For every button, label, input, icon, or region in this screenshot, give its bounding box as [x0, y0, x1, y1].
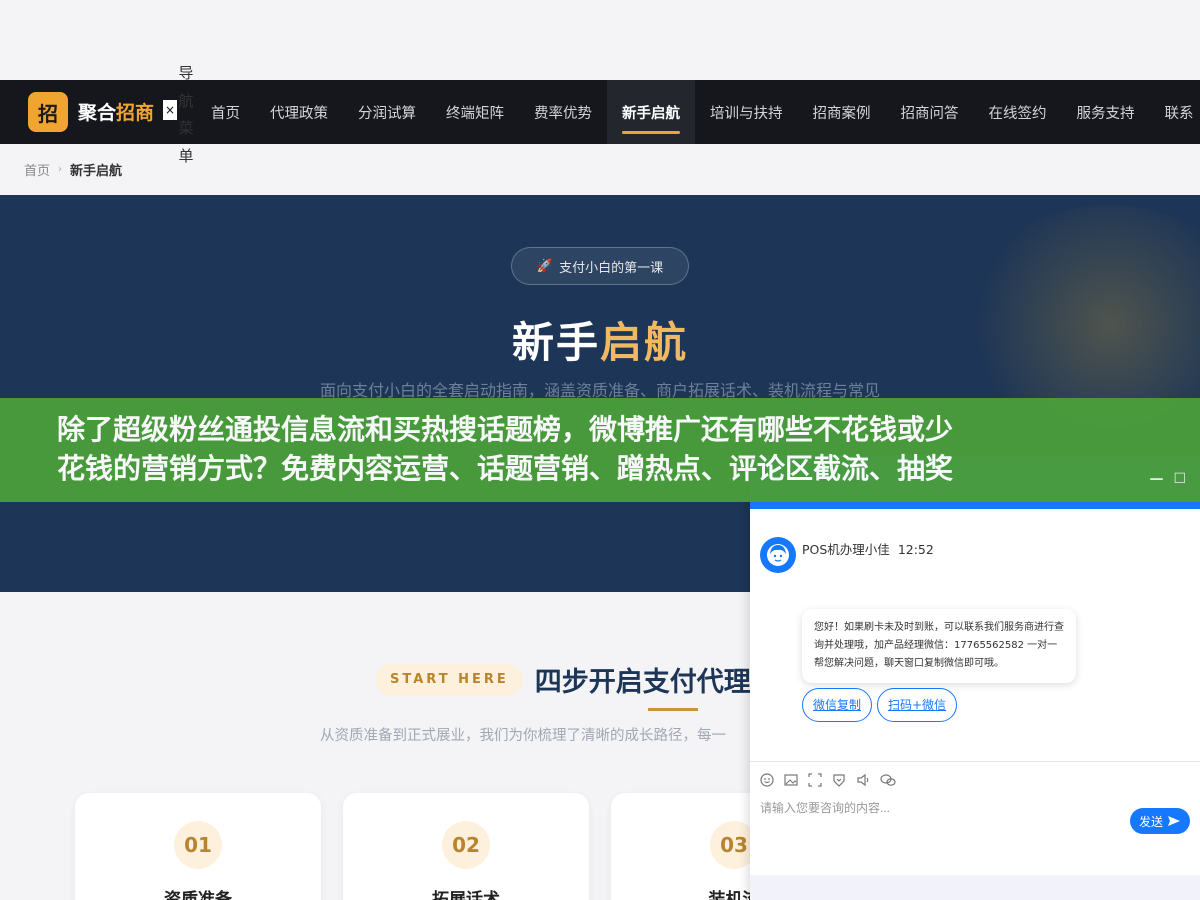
logo-mark[interactable]: 招: [28, 92, 68, 132]
user-icon: [767, 544, 789, 566]
message-bubble: 您好！如果刷卡未及时到账，可以联系我们服务商进行查询并处理哦，加产品经理微信：1…: [802, 609, 1076, 683]
logo-text-main: 聚合: [78, 102, 117, 124]
chat-toolbar: [750, 761, 1200, 797]
step-title: 资质准备: [164, 890, 232, 900]
start-here-tag: START HERE: [376, 663, 523, 696]
nav-menu-label[interactable]: 导航菜单: [178, 60, 194, 170]
agent-name: POS机办理小佳: [802, 542, 890, 557]
breadcrumb: 首页 › 新手启航: [24, 160, 122, 179]
hero-badge-label: 支付小白的第一课: [559, 260, 664, 276]
quick-reply-copy-wechat[interactable]: 微信复制: [802, 688, 873, 722]
nav-item-contact[interactable]: 联系: [1150, 80, 1200, 144]
chat-widget: POS机办理小佳 12:52 您好！如果刷卡未及时到账，可以联系我们服务商进行查询…: [750, 455, 1200, 900]
banner-controls: — ☐: [1149, 460, 1186, 499]
voice-icon[interactable]: [856, 773, 870, 787]
section-title: 四步开启支付代理: [534, 667, 751, 698]
steps-header: START HERE 四步开启支付代理: [376, 660, 751, 699]
message-time: 12:52: [897, 542, 934, 557]
chevron-right-icon: ›: [58, 164, 63, 175]
section-subtitle: 从资质准备到正式展业，我们为你梳理了清晰的成长路径，每一: [320, 728, 726, 744]
chat-messages: POS机办理小佳 12:52 您好！如果刷卡未及时到账，可以联系我们服务商进行查询…: [750, 509, 1200, 763]
breadcrumb-current: 新手启航: [70, 164, 123, 179]
menu-close-icon[interactable]: ×: [163, 100, 177, 120]
nav-item-rate-advantage[interactable]: 费率优势: [519, 80, 607, 144]
nav-item-profit-calc[interactable]: 分润试算: [343, 80, 431, 144]
nav-item-online-sign[interactable]: 在线签约: [974, 80, 1062, 144]
message-meta: POS机办理小佳 12:52: [802, 539, 934, 558]
page-title-main: 新手: [511, 318, 600, 367]
chat-input[interactable]: [760, 801, 1120, 815]
banner-line-2: 花钱的营销方式？免费内容运营、话题营销、蹭热点、评论区截流、抽奖: [57, 452, 954, 485]
nav-item-terminals[interactable]: 终端矩阵: [431, 80, 519, 144]
agent-avatar: [760, 537, 796, 573]
nav-item-agent-policy[interactable]: 代理政策: [255, 80, 343, 144]
nav-items: 首页 代理政策 分润试算 终端矩阵 费率优势 新手启航 培训与扶持 招商案例 招…: [196, 80, 1200, 144]
chat-footer: [750, 875, 1200, 900]
image-icon[interactable]: [784, 773, 798, 787]
banner-line-1: 除了超级粉丝通投信息流和买热搜话题榜，微博推广还有哪些不花钱或少: [57, 413, 954, 446]
breadcrumb-home[interactable]: 首页: [24, 160, 50, 179]
page-title: 新手启航: [0, 309, 1200, 370]
send-button[interactable]: 发送: [1130, 808, 1190, 834]
screenshot-icon[interactable]: [808, 772, 822, 787]
nav-item-beginner-guide[interactable]: 新手启航: [607, 80, 695, 144]
rocket-icon: 🚀: [536, 258, 554, 274]
page-title-accent: 启航: [600, 318, 689, 367]
step-number: 02: [442, 821, 490, 869]
step-title: 拓展话术: [432, 890, 500, 900]
emoji-icon[interactable]: [760, 772, 774, 787]
send-icon: [1168, 816, 1180, 826]
section-divider: [648, 708, 698, 711]
nav-item-training[interactable]: 培训与扶持: [695, 80, 798, 144]
hero-badge: 🚀 支付小白的第一课: [511, 247, 689, 285]
nav-item-faq[interactable]: 招商问答: [886, 80, 974, 144]
site-logo-text[interactable]: 聚合招商: [78, 98, 154, 125]
quick-reply-scan-wechat[interactable]: 扫码+微信: [877, 688, 958, 722]
nav-item-cases[interactable]: 招商案例: [798, 80, 886, 144]
step-number: 01: [174, 821, 222, 869]
maximize-icon[interactable]: ☐: [1173, 460, 1186, 499]
nav-item-support[interactable]: 服务支持: [1062, 80, 1150, 144]
logo-text-accent: 招商: [116, 102, 155, 124]
send-label: 发送: [1138, 814, 1163, 829]
rate-icon[interactable]: [832, 773, 846, 787]
promo-banner[interactable]: 除了超级粉丝通投信息流和买热搜话题榜，微博推广还有哪些不花钱或少 花钱的营销方式…: [0, 398, 1200, 502]
nav-item-home[interactable]: 首页: [196, 80, 255, 144]
minimize-icon[interactable]: —: [1149, 460, 1163, 499]
step-card[interactable]: 01 资质准备: [75, 793, 321, 900]
wechat-icon[interactable]: [880, 773, 896, 787]
step-card[interactable]: 02 拓展话术: [343, 793, 589, 900]
